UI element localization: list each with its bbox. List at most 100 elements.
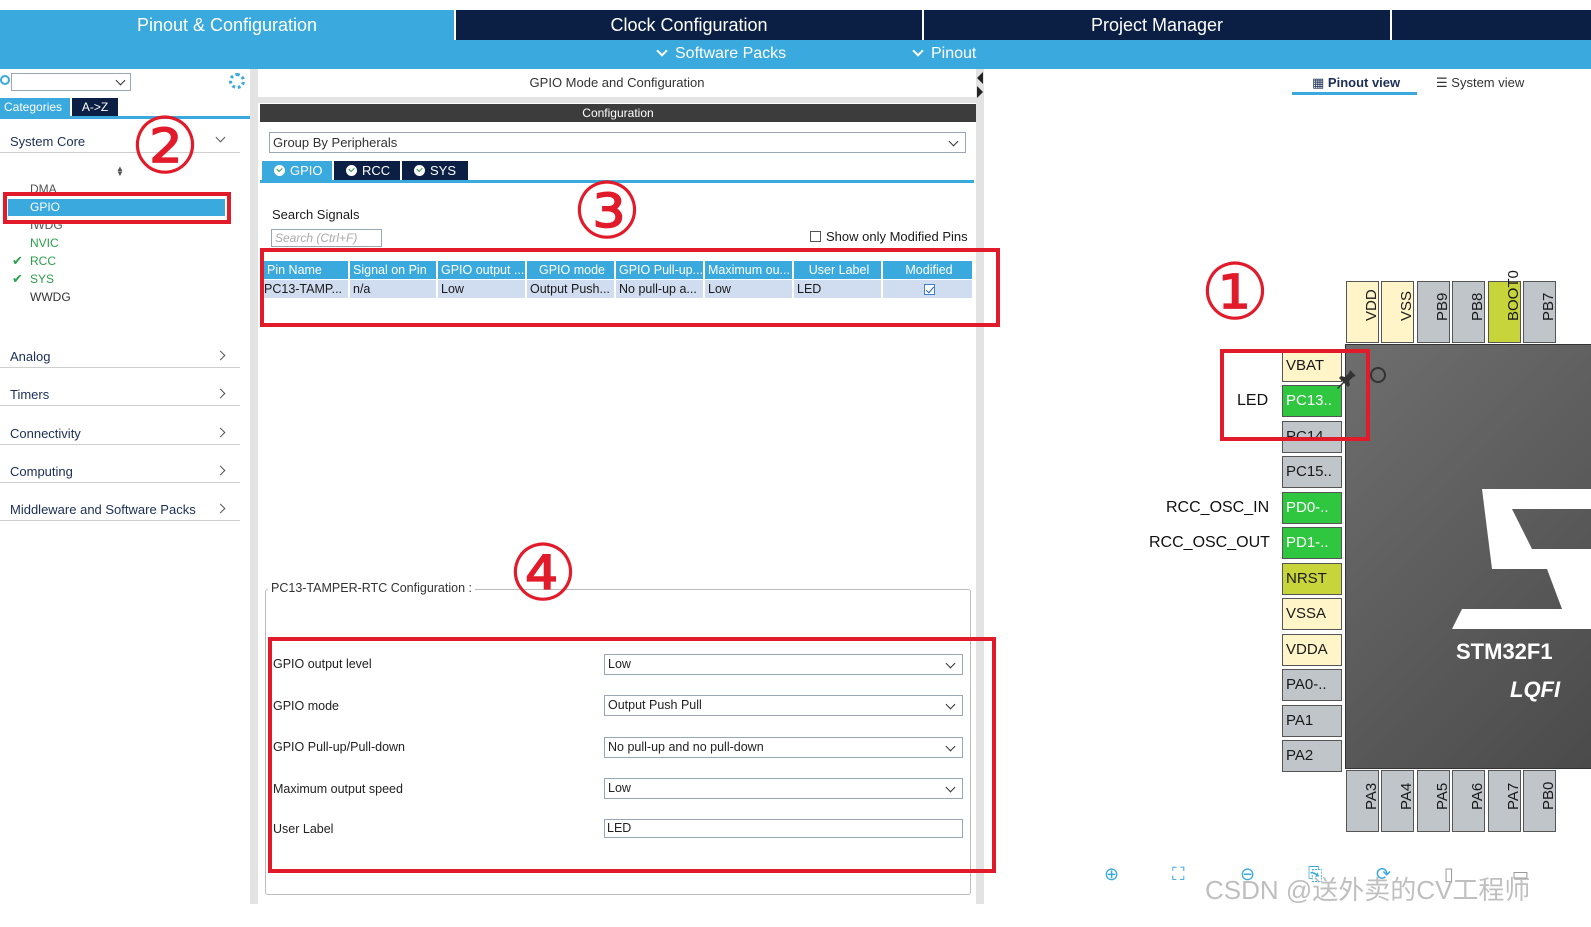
chevron-down-icon	[115, 75, 126, 86]
zoom-in-icon[interactable]: ⊕	[1104, 864, 1124, 884]
tab-gpio[interactable]: GPIO	[262, 161, 332, 180]
annotation-marker-4: ④	[508, 529, 578, 619]
left-scrollbar[interactable]	[250, 69, 258, 904]
annotation-box-pin-config	[268, 637, 996, 873]
tab-clock-configuration[interactable]: Clock Configuration	[456, 10, 924, 40]
pin-signal-osc-out: RCC_OSC_OUT	[1149, 534, 1270, 551]
tab-pinout-view[interactable]: ▦ Pinout view	[1312, 75, 1400, 91]
tab-system-view[interactable]: ☰ System view	[1436, 75, 1524, 91]
watermark: CSDN @送外卖的CV工程师	[1205, 875, 1531, 905]
check-circle-icon	[346, 165, 357, 176]
group-by-select[interactable]: Group By Peripherals	[269, 132, 966, 153]
search-signals-input[interactable]: Search (Ctrl+F)	[271, 229, 382, 247]
gear-icon[interactable]	[229, 73, 245, 89]
pin-pb0[interactable]: PB0	[1523, 770, 1557, 832]
pin-pa7[interactable]: PA7	[1488, 770, 1522, 832]
pin-pb7[interactable]: PB7	[1523, 281, 1557, 343]
pin-label: VDD	[1362, 289, 1380, 321]
pin-nrst[interactable]: NRST	[1282, 563, 1342, 595]
section-connectivity[interactable]: Connectivity	[0, 423, 240, 445]
software-packs-menu[interactable]: Software Packs	[656, 45, 786, 63]
pin-vssa[interactable]: VSSA	[1282, 598, 1342, 630]
list-item-rcc[interactable]: RCC	[30, 254, 56, 268]
chevron-down-icon	[215, 132, 226, 143]
section-label: System Core	[10, 134, 86, 149]
chevron-down-icon	[656, 45, 668, 57]
pinout-panel: ▦ Pinout view ☰ System view STM32F1 LQFI…	[984, 69, 1591, 904]
fit-screen-icon[interactable]: ⛶	[1172, 864, 1192, 884]
pin-pc15[interactable]: PC15..	[1282, 456, 1342, 488]
annotation-marker-1: ①	[1200, 248, 1270, 338]
check-circle-icon	[414, 165, 425, 176]
section-timers[interactable]: Timers	[0, 384, 240, 406]
pin-vss[interactable]: VSS	[1381, 281, 1415, 343]
pin-pa6[interactable]: PA6	[1452, 770, 1486, 832]
tab-underline	[1292, 92, 1417, 95]
tab-underline	[0, 116, 250, 119]
pinout-menu[interactable]: Pinout	[912, 45, 977, 63]
pin-label: PB7	[1539, 292, 1557, 321]
section-computing[interactable]: Computing	[0, 461, 240, 483]
check-icon: ✔	[12, 271, 23, 286]
tab-categories[interactable]: Categories	[0, 98, 70, 116]
pin-pa1[interactable]: PA1	[1282, 705, 1342, 737]
chevron-right-icon	[215, 465, 226, 476]
category-search-select[interactable]	[11, 73, 131, 91]
collapse-right-icon[interactable]	[977, 86, 983, 98]
pin-pd1[interactable]: PD1-..	[1282, 527, 1342, 559]
pin1-marker	[1370, 367, 1386, 383]
pin-label: PA4	[1397, 782, 1415, 810]
top-tab-bar: Pinout & Configuration Clock Configurati…	[0, 10, 1591, 40]
pin-vdd[interactable]: VDD	[1346, 281, 1380, 343]
tab-sys[interactable]: SYS	[402, 161, 468, 180]
search-icon[interactable]	[0, 75, 10, 85]
tab-a-z[interactable]: A->Z	[72, 98, 118, 116]
tab-rcc[interactable]: RCC	[334, 161, 400, 180]
tab-empty	[1392, 10, 1591, 40]
annotation-marker-3: ③	[572, 167, 642, 257]
chip-name: STM32F1	[1456, 639, 1553, 664]
section-analog[interactable]: Analog	[0, 346, 240, 368]
chevron-right-icon	[215, 350, 226, 361]
group-by-value: Group By Peripherals	[273, 135, 398, 150]
list-item-sys[interactable]: SYS	[30, 272, 54, 286]
pin-boot0[interactable]: BOOT0	[1488, 270, 1522, 343]
tab-pinout-configuration[interactable]: Pinout & Configuration	[0, 10, 456, 40]
sort-arrows-icon[interactable]: ▲ ▼	[116, 165, 124, 178]
pin-label: PA7	[1504, 782, 1522, 810]
collapse-left-icon[interactable]	[977, 72, 983, 84]
annotation-box-pin-table	[260, 248, 1000, 327]
pin-pb9[interactable]: PB9	[1417, 281, 1451, 343]
divider	[258, 97, 976, 103]
chip-package: LQFI	[1510, 677, 1561, 702]
pin-pa0[interactable]: PA0-..	[1282, 669, 1342, 701]
search-signals-label: Search Signals	[272, 207, 360, 222]
section-system-core[interactable]: System Core	[0, 131, 240, 153]
pin-vdda[interactable]: VDDA	[1282, 634, 1342, 666]
tab-label: RCC	[362, 163, 391, 178]
pin-pa4[interactable]: PA4	[1381, 770, 1415, 832]
checkbox-icon	[810, 231, 821, 242]
tab-label: System view	[1451, 75, 1525, 90]
section-middleware[interactable]: Middleware and Software Packs	[0, 499, 240, 521]
pin-pa2[interactable]: PA2	[1282, 740, 1342, 772]
chevron-right-icon	[215, 503, 226, 514]
pin-label: PA6	[1468, 782, 1486, 810]
pin-pa3[interactable]: PA3	[1346, 770, 1380, 832]
annotation-marker-2: ②	[130, 102, 200, 192]
list-item-wwdg[interactable]: WWDG	[30, 290, 71, 304]
tab-project-manager[interactable]: Project Manager	[924, 10, 1392, 40]
sub-menu-bar: Software Packs Pinout	[0, 40, 1591, 69]
pin-configuration-title: PC13-TAMPER-RTC Configuration :	[268, 581, 475, 595]
list-item-nvic[interactable]: NVIC	[30, 236, 59, 250]
pin-pb8[interactable]: PB8	[1452, 281, 1486, 343]
section-label: Middleware and Software Packs	[10, 502, 196, 517]
pin-pd0[interactable]: PD0-..	[1282, 492, 1342, 524]
show-only-modified-checkbox[interactable]: Show only Modified Pins	[810, 229, 968, 244]
pin-signal-osc-in: RCC_OSC_IN	[1166, 499, 1270, 516]
pin-label: BOOT0	[1504, 270, 1522, 321]
pin-pa5[interactable]: PA5	[1417, 770, 1451, 832]
pinout-label: Pinout	[931, 45, 977, 62]
pin-label: PA5	[1433, 782, 1451, 810]
chevron-down-icon	[948, 136, 959, 147]
